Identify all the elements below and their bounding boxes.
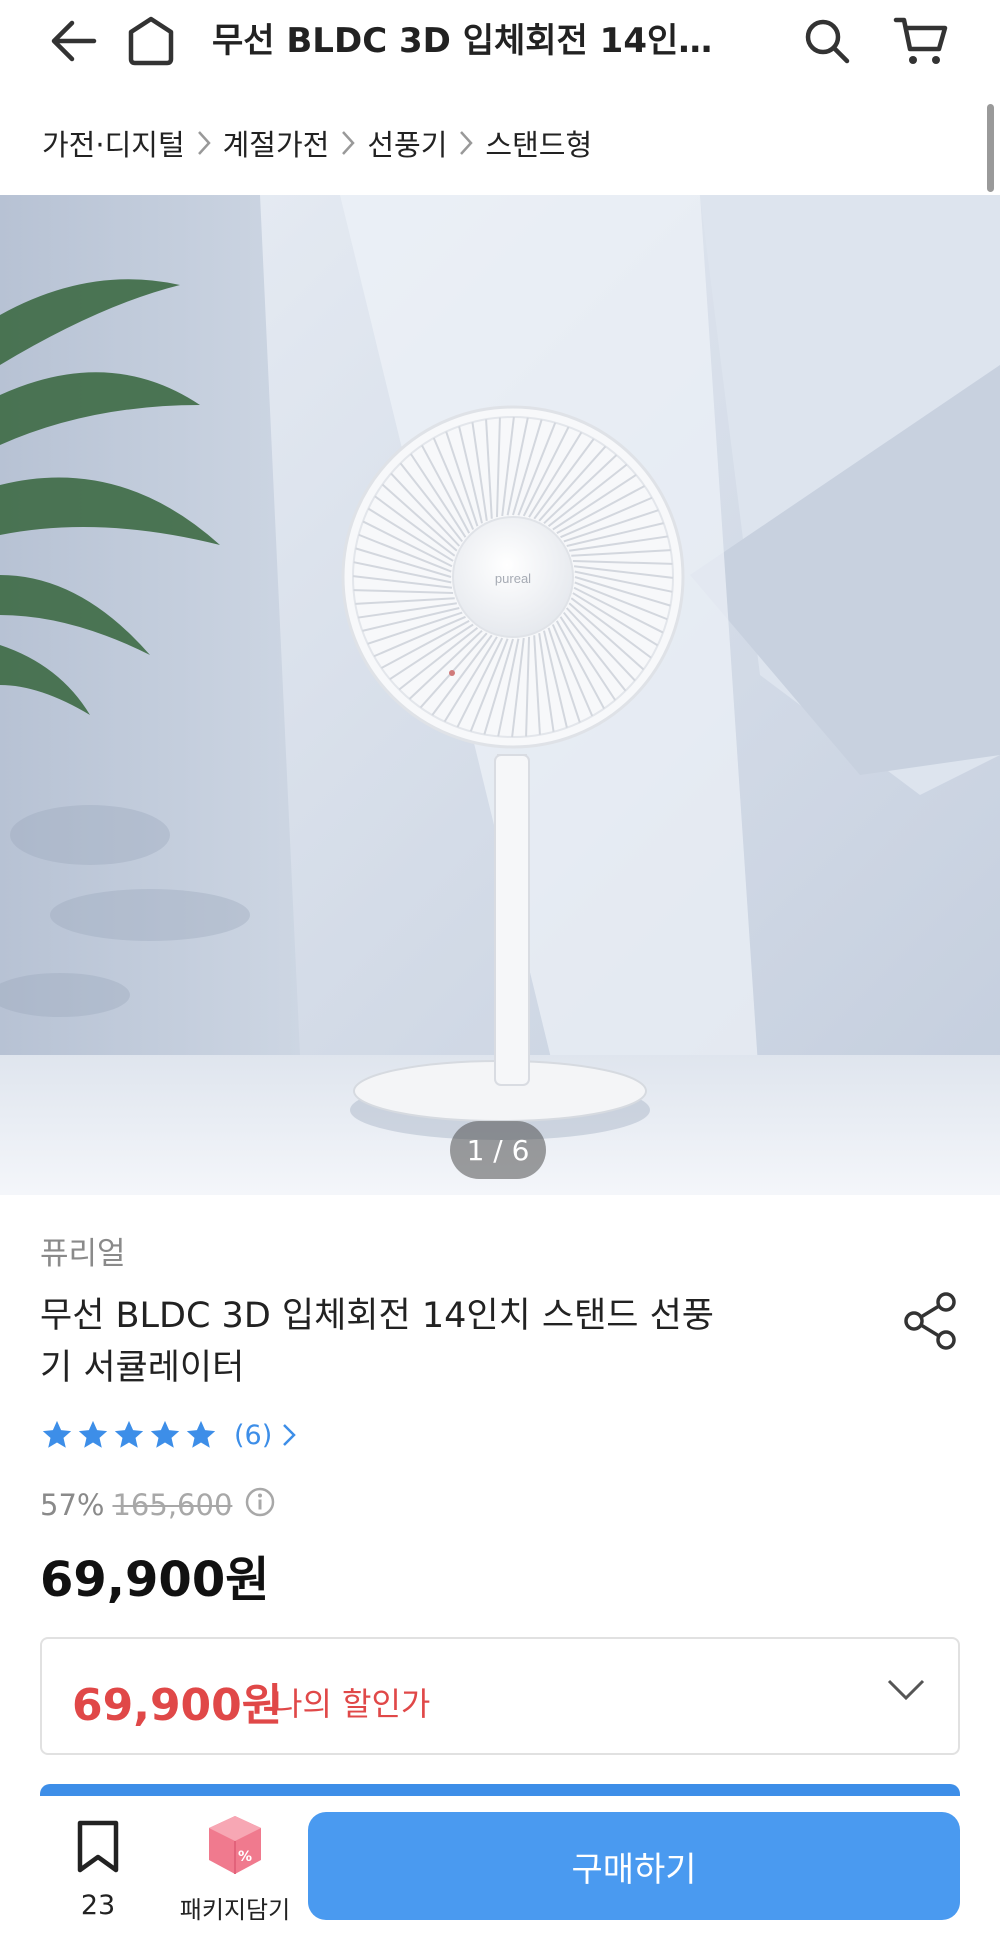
stand-fan-photo: pureal [0, 195, 1000, 1195]
discount-row: 57% 165,600 [40, 1483, 276, 1527]
bookmark-count: 23 [80, 1890, 116, 1921]
breadcrumb: 가전·디지털 계절가전 선풍기 스탠드형 [42, 118, 592, 168]
home-icon[interactable] [118, 8, 184, 74]
star-icon [150, 1420, 180, 1448]
chevron-right-icon[interactable] [282, 1423, 297, 1447]
breadcrumb-item-seasonal[interactable]: 계절가전 [223, 122, 330, 164]
page-title: 무선 BLDC 3D 입체회전 14인치 스탠드 선풍기 서큘레이터 [212, 21, 742, 61]
review-count[interactable]: (6) [234, 1420, 272, 1451]
back-arrow-icon[interactable] [40, 8, 106, 74]
product-image-gallery[interactable]: pureal [0, 195, 1000, 1195]
breadcrumb-item-fan[interactable]: 선풍기 [367, 122, 447, 164]
chevron-right-icon [341, 130, 356, 156]
bottom-action-bar: 23 % 패키지담기 구매하기 [0, 1796, 1000, 1935]
star-icon [42, 1420, 72, 1448]
chevron-right-icon [459, 130, 474, 156]
chevron-down-icon[interactable] [886, 1677, 926, 1707]
package-label: 패키지담기 [179, 1896, 291, 1924]
discount-rate: 57% [40, 1488, 105, 1522]
cart-icon[interactable] [888, 8, 954, 74]
product-title: 무선 BLDC 3D 입체회전 14인치 스탠드 선풍기 서큘레이터 [40, 1296, 715, 1388]
info-icon[interactable] [244, 1486, 276, 1525]
package-box-icon: % [209, 1816, 261, 1874]
star-icon [78, 1420, 108, 1448]
my-discount-price: 69,900원 [72, 1680, 283, 1731]
share-icon[interactable] [900, 1290, 962, 1352]
fan-logo-text: pureal [495, 571, 531, 586]
my-discount-label: 나의 할인가 [273, 1685, 431, 1723]
buy-button[interactable]: 구매하기 [308, 1812, 960, 1920]
chevron-right-icon [197, 130, 211, 156]
star-icon [114, 1420, 144, 1448]
brand-name[interactable]: 퓨리얼 [40, 1228, 126, 1273]
original-price: 165,600 [112, 1488, 233, 1522]
breadcrumb-item-appliance-digital[interactable]: 가전·디지털 [42, 122, 185, 164]
rating-row[interactable]: (6) [40, 1413, 297, 1457]
my-discount-dropdown[interactable]: 69,900원 나의 할인가 [40, 1637, 960, 1755]
bookmark-button[interactable]: 23 [68, 1820, 128, 1921]
sale-price: 69,900원 [40, 1552, 270, 1608]
scrollbar[interactable] [987, 104, 994, 192]
search-icon[interactable] [794, 8, 860, 74]
svg-text:%: % [238, 1849, 252, 1865]
breadcrumb-item-stand-type[interactable]: 스탠드형 [485, 122, 592, 164]
rating-stars [40, 1418, 220, 1452]
image-counter: 1 / 6 [450, 1121, 546, 1179]
top-app-bar: 무선 BLDC 3D 입체회전 14인치 스탠드 선풍기 서큘레이터 [0, 0, 1000, 82]
star-icon [186, 1420, 216, 1448]
bookmark-icon [77, 1820, 119, 1873]
